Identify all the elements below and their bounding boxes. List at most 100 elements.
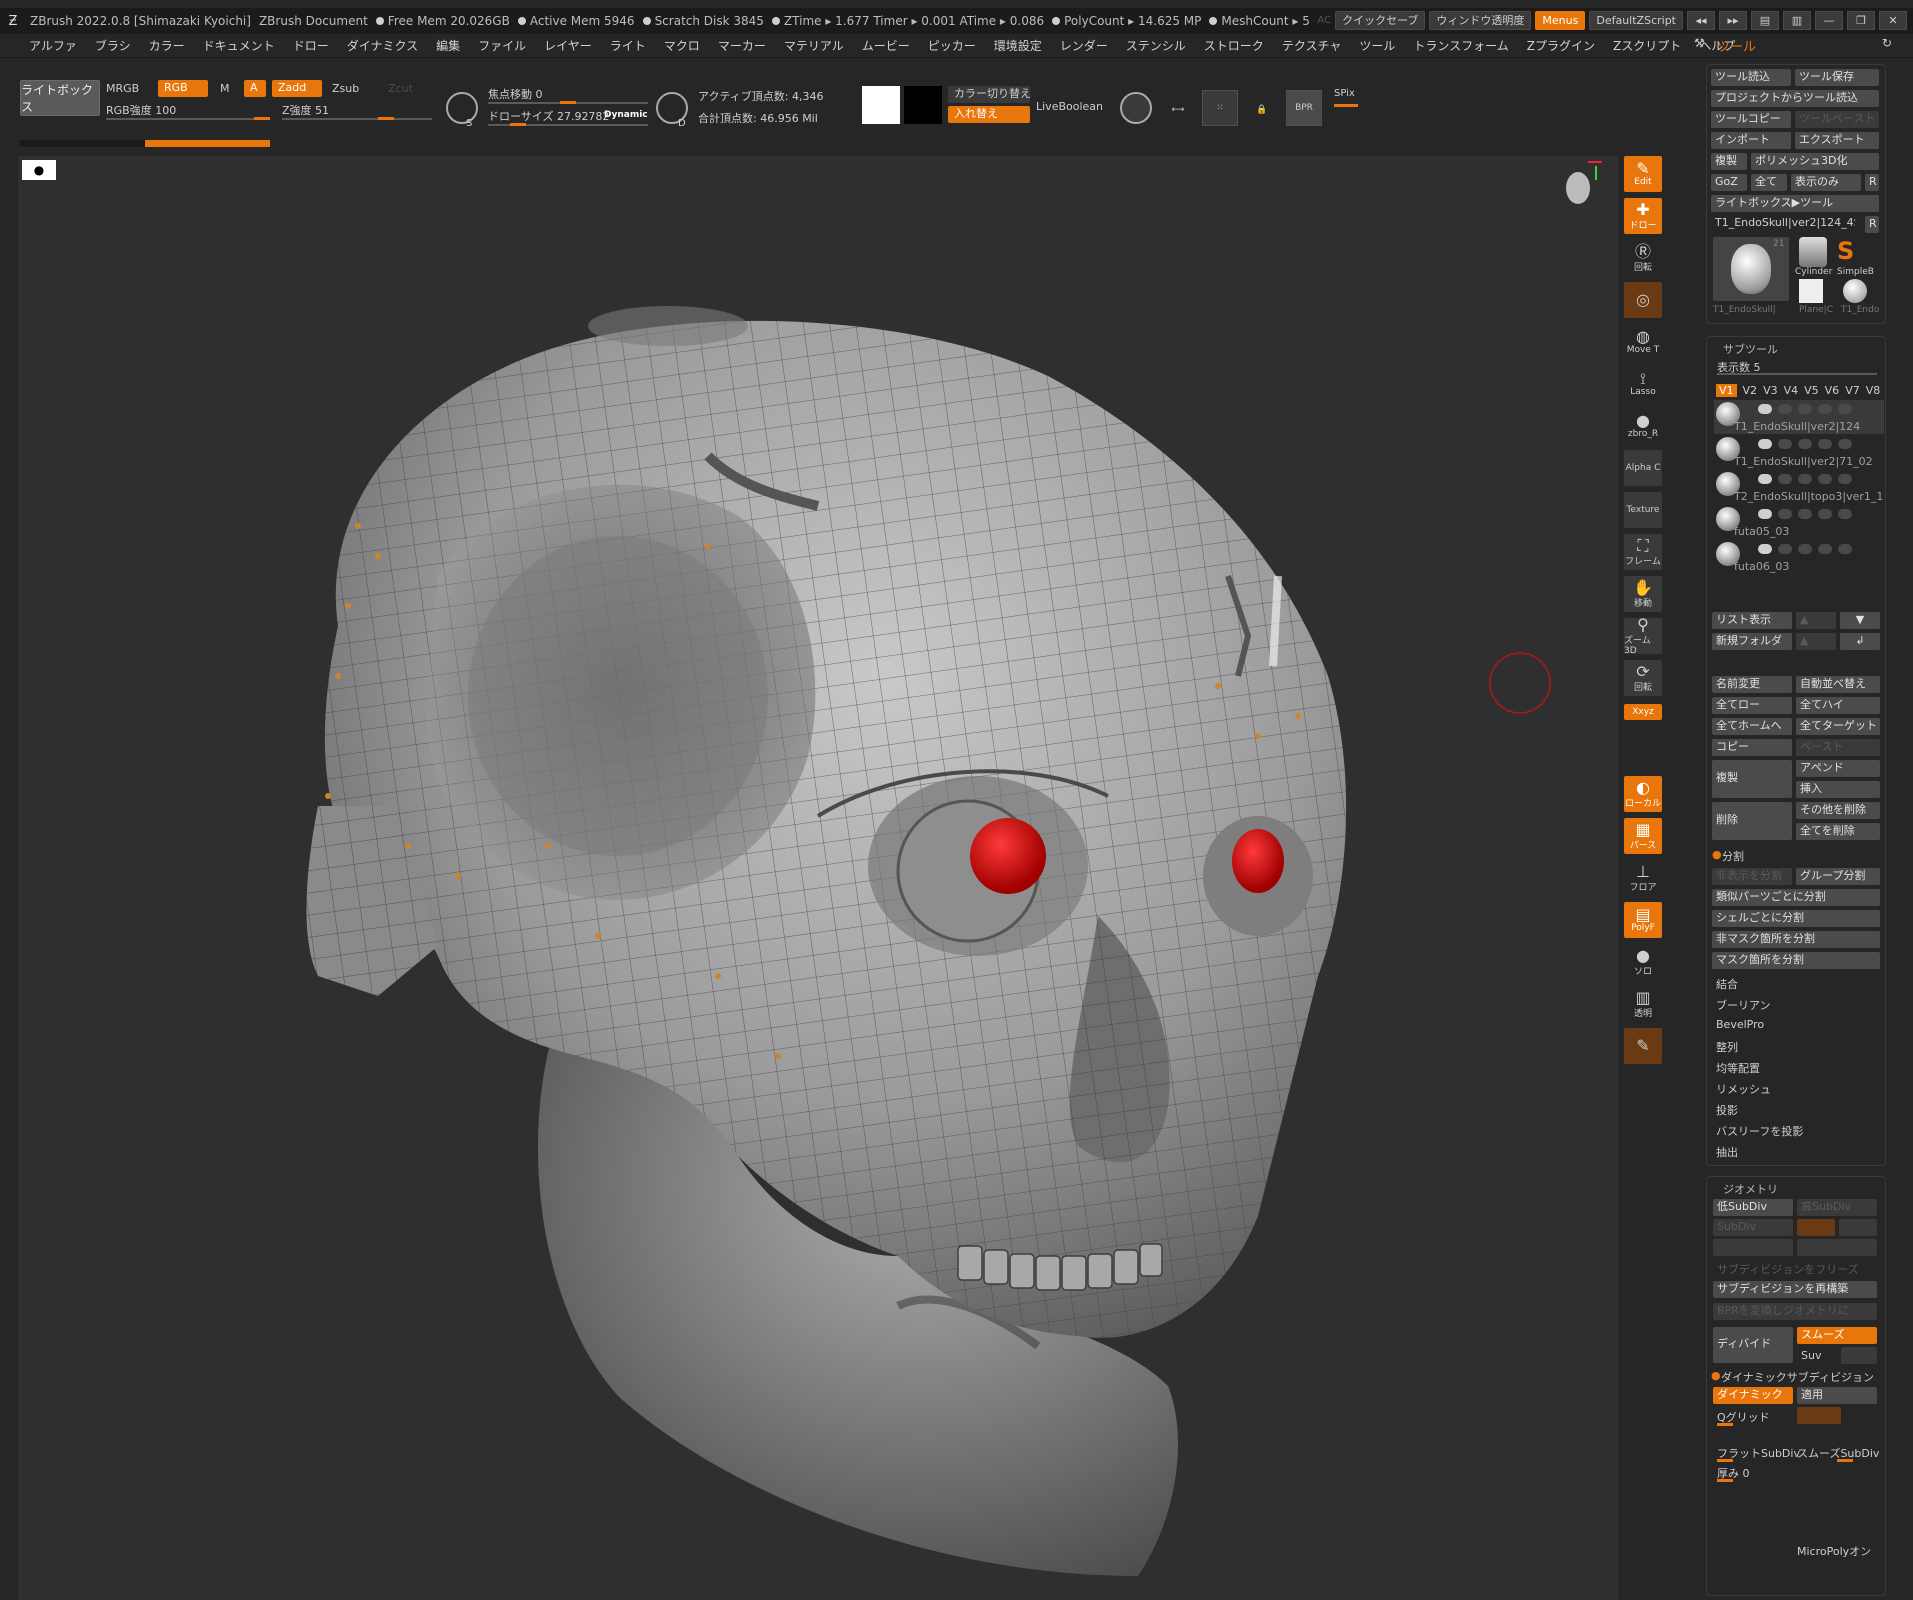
geometry-dim-a[interactable] xyxy=(1713,1239,1793,1256)
paste-tool-button[interactable]: ツールペースト xyxy=(1795,111,1879,128)
m-toggle[interactable]: M xyxy=(220,82,230,95)
folder-toggle-icon[interactable] xyxy=(1818,509,1832,519)
menu-item-13[interactable]: ムービー xyxy=(853,37,919,54)
goz-all-button[interactable]: 全て xyxy=(1751,174,1787,191)
perspective-button[interactable]: ▦ パース xyxy=(1624,818,1662,854)
menu-item-22[interactable]: Zプラグイン xyxy=(1518,37,1604,54)
sample-icon[interactable]: ⁙ xyxy=(1202,90,1238,126)
rotate-button[interactable]: ⟳ 回転 xyxy=(1624,660,1662,696)
new-folder-button[interactable]: 新規フォルダ xyxy=(1712,633,1792,650)
version-tab-1[interactable]: V1 xyxy=(1716,384,1737,397)
version-tab-4[interactable]: V4 xyxy=(1784,384,1799,397)
menus-toggle[interactable]: Menus xyxy=(1535,11,1586,30)
zadd-toggle[interactable]: Zadd xyxy=(272,80,322,97)
subtool-row[interactable]: T1_EndoSkull|ver2|124 xyxy=(1714,400,1884,434)
draw-size-slider[interactable]: ドローサイズ 27.92782 xyxy=(488,108,609,124)
dynamic-subdiv-header[interactable]: ダイナミックサブディビジョン xyxy=(1721,1369,1874,1385)
geometry-header[interactable]: ジオメトリ xyxy=(1723,1181,1778,1197)
lock-toggle-icon[interactable] xyxy=(1798,439,1812,449)
tool-palette-label[interactable]: ツール xyxy=(1708,36,1765,55)
divide-button[interactable]: ディバイド xyxy=(1713,1327,1793,1363)
menu-item-11[interactable]: マーカー xyxy=(709,37,775,54)
alpha-button[interactable]: Alpha C xyxy=(1624,450,1662,486)
goz-visible-button[interactable]: 表示のみ xyxy=(1791,174,1861,191)
eye-toggle-icon[interactable] xyxy=(1838,544,1852,554)
dynamic-toggle[interactable]: Dynamic xyxy=(604,110,648,120)
split-unmasked-button[interactable]: 非マスク箇所を分割 xyxy=(1712,931,1880,948)
menu-item-10[interactable]: マクロ xyxy=(655,37,709,54)
goz-button[interactable]: GoZ xyxy=(1711,174,1747,191)
simplebrush-thumbnail-icon[interactable]: S xyxy=(1837,237,1865,267)
micropoly-toggle[interactable]: MicroPolyオン xyxy=(1797,1543,1871,1559)
folder-up-button[interactable]: ▲ xyxy=(1796,633,1836,650)
liveboolean-toggle[interactable]: LiveBoolean xyxy=(1036,100,1103,113)
del-higher-button[interactable] xyxy=(1839,1219,1877,1236)
subdiv-level-slider[interactable]: SubDiv xyxy=(1713,1219,1793,1236)
refresh-icon[interactable]: ↻ xyxy=(1873,36,1901,50)
goz-r-button[interactable]: R xyxy=(1865,174,1879,191)
bevelpro-section[interactable]: BevelPro xyxy=(1716,1018,1764,1031)
version-tab-3[interactable]: V3 xyxy=(1763,384,1778,397)
all-home-button[interactable]: 全てホームへ xyxy=(1712,718,1792,735)
rgb-intensity-track[interactable] xyxy=(106,118,270,120)
viewport-canvas[interactable]: ● xyxy=(18,156,1618,1600)
subtool-row[interactable]: T1_EndoSkull|ver2|71_02 xyxy=(1714,435,1884,469)
yin-yang-icon[interactable] xyxy=(1120,92,1152,124)
quicksave-button[interactable]: クイックセーブ xyxy=(1335,11,1426,30)
menu-item-14[interactable]: ピッカー xyxy=(919,37,985,54)
z-intensity-slider[interactable]: Z強度 51 xyxy=(282,102,329,118)
dynamic-toggle[interactable]: ダイナミック xyxy=(1713,1387,1793,1404)
layout-prev-icon[interactable]: ◂◂ xyxy=(1687,11,1715,30)
polypaint-toggle-icon[interactable] xyxy=(1778,544,1792,554)
qgrid-coverage[interactable] xyxy=(1797,1407,1841,1424)
transparency-button[interactable]: ▥ 透明 xyxy=(1624,986,1662,1022)
minimize-icon[interactable]: — xyxy=(1815,11,1843,30)
subtool-copy-button[interactable]: コピー xyxy=(1712,739,1792,756)
ghost-button[interactable]: ✎ xyxy=(1624,1028,1662,1064)
lock-toggle-icon[interactable] xyxy=(1798,404,1812,414)
version-tab-2[interactable]: V2 xyxy=(1743,384,1758,397)
eye-toggle-icon[interactable] xyxy=(1838,439,1852,449)
layout-b-icon[interactable]: ▥ xyxy=(1783,11,1811,30)
autoreorder-button[interactable]: 自動並べ替え xyxy=(1796,676,1880,693)
subtool-row[interactable]: T2_EndoSkull|topo3|ver1_1 xyxy=(1714,470,1884,504)
del-lower-button[interactable] xyxy=(1797,1219,1835,1236)
all-high-button[interactable]: 全てハイ xyxy=(1796,697,1880,714)
frame-button[interactable]: ⛶ フレーム xyxy=(1624,534,1662,570)
visibility-toggle-icon[interactable] xyxy=(1758,439,1772,449)
lock-toggle-icon[interactable] xyxy=(1798,474,1812,484)
distribute-section[interactable]: 均等配置 xyxy=(1716,1060,1760,1076)
subtool-header[interactable]: サブツール xyxy=(1723,341,1778,357)
export-button[interactable]: エクスポート xyxy=(1795,132,1879,149)
split-masked-button[interactable]: マスク箇所を分割 xyxy=(1712,952,1880,969)
menu-item-5[interactable]: ダイナミクス xyxy=(338,37,427,54)
rgb-intensity-slider[interactable]: RGB強度 100 xyxy=(106,102,176,118)
split-shell-button[interactable]: シェルごとに分割 xyxy=(1712,910,1880,927)
insert-button[interactable]: 挿入 xyxy=(1796,781,1880,798)
menu-item-6[interactable]: 編集 xyxy=(427,37,469,54)
polypaint-toggle-icon[interactable] xyxy=(1778,474,1792,484)
merge-section[interactable]: 結合 xyxy=(1716,976,1738,992)
layout-next-icon[interactable]: ▸▸ xyxy=(1719,11,1747,30)
swap-button[interactable]: 入れ替え xyxy=(948,106,1030,123)
make-polymesh-button[interactable]: ポリメッシュ3D化 xyxy=(1751,153,1879,170)
rgb-toggle[interactable]: RGB xyxy=(158,80,208,97)
smooth-toggle[interactable]: スムーズ xyxy=(1797,1327,1877,1344)
convert-bpr-button[interactable]: BPRを変換しジオメトリに xyxy=(1713,1303,1877,1320)
move-topology-button[interactable]: ◎ xyxy=(1624,282,1662,318)
folder-toggle-icon[interactable] xyxy=(1818,439,1832,449)
geometry-dim-b[interactable] xyxy=(1797,1239,1877,1256)
visibility-toggle-icon[interactable] xyxy=(1758,474,1772,484)
save-tool-button[interactable]: ツール保存 xyxy=(1795,69,1879,86)
polypaint-toggle-icon[interactable] xyxy=(1778,404,1792,414)
clone-button[interactable]: 複製 xyxy=(1711,153,1747,170)
focal-shift-icon[interactable] xyxy=(446,92,478,124)
move-up-button[interactable]: ▲ xyxy=(1796,612,1836,629)
zsub-toggle[interactable]: Zsub xyxy=(332,82,359,95)
delete-all-button[interactable]: 全てを削除 xyxy=(1796,823,1880,840)
menu-item-7[interactable]: ファイル xyxy=(469,37,535,54)
split-header[interactable]: 分割 xyxy=(1722,848,1744,864)
menu-item-15[interactable]: 環境設定 xyxy=(985,37,1051,54)
menu-item-0[interactable]: アルファ xyxy=(20,37,86,54)
focal-shift-slider[interactable]: 焦点移動 0 xyxy=(488,86,543,102)
